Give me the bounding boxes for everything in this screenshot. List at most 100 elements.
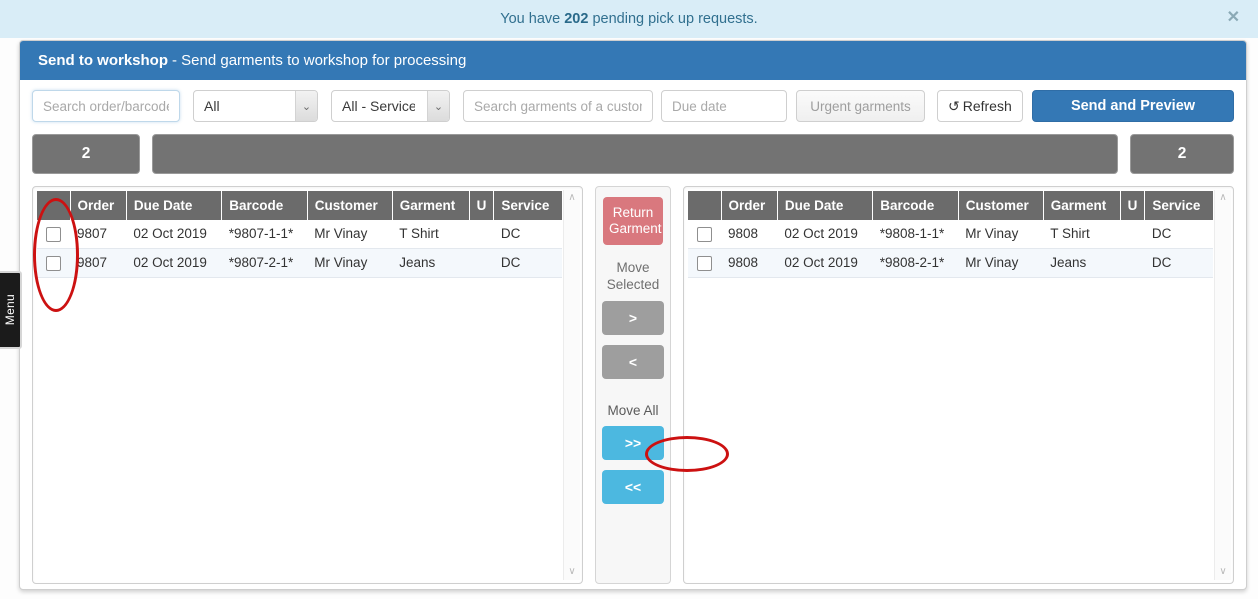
status-select-wrapper: All ⌄ <box>193 90 318 122</box>
move-all-label: Move All <box>607 403 659 418</box>
cell-order: 9807 <box>70 248 127 278</box>
left-garments-panel: Order Due Date Barcode Customer Garment U Serv… <box>32 186 583 584</box>
banner-suffix: pending pick up requests. <box>588 11 758 27</box>
row-checkbox[interactable] <box>697 255 712 271</box>
cell-u <box>1120 220 1145 249</box>
menu-tab-label: Menu <box>3 294 17 326</box>
column-header-garment: Garment <box>1043 191 1121 220</box>
row-select-cell[interactable] <box>688 248 721 278</box>
cell-barcode: *9808-1-1* <box>872 220 959 249</box>
search-customer-input[interactable] <box>463 90 653 122</box>
cell-barcode: *9807-2-1* <box>221 248 308 278</box>
middle-count-bar <box>152 134 1118 174</box>
table-row[interactable]: 9808 02 Oct 2019 *9808-1-1* Mr Vinay T Shirt… <box>688 220 1213 249</box>
left-garments-table: Order Due Date Barcode Customer Garment U Serv… <box>37 191 562 278</box>
cell-barcode: *9808-2-1* <box>872 248 959 278</box>
menu-tab[interactable]: Menu <box>0 271 22 349</box>
table-row[interactable]: 9808 02 Oct 2019 *9808-2-1* Mr Vinay Jeans DC <box>688 248 1213 278</box>
transfer-work-area: Order Due Date Barcode Customer Garment U Serv… <box>20 174 1246 598</box>
row-checkbox[interactable] <box>697 226 712 242</box>
pending-requests-banner: You have 202 pending pick up requests. ✕ <box>0 0 1258 38</box>
column-header-service: Service <box>1144 191 1213 220</box>
due-date-input[interactable] <box>661 90 787 122</box>
row-select-cell[interactable] <box>688 220 721 249</box>
table-header-row: Order Due Date Barcode Customer Garment U Serv… <box>688 191 1213 220</box>
right-count-badge: 2 <box>1130 134 1234 174</box>
cell-order: 9808 <box>721 248 778 278</box>
column-header-order: Order <box>721 191 778 220</box>
cell-garment: T Shirt <box>1043 220 1121 249</box>
refresh-icon: ↺ <box>948 97 960 114</box>
pending-requests-text: You have 202 pending pick up requests. <box>500 11 757 27</box>
column-header-barcode: Barcode <box>221 191 308 220</box>
scroll-down-icon[interactable]: ∨ <box>568 567 575 577</box>
refresh-label: Refresh <box>962 98 1012 114</box>
cell-order: 9808 <box>721 220 778 249</box>
scroll-up-icon[interactable]: ∧ <box>1219 193 1226 203</box>
cell-barcode: *9807-1-1* <box>221 220 308 249</box>
count-bars: 2 2 <box>20 122 1246 174</box>
move-selected-right-button[interactable]: > <box>602 301 664 335</box>
service-select-wrapper: All - Services ⌄ <box>331 90 450 122</box>
move-all-left-button[interactable]: << <box>602 470 664 504</box>
cell-u <box>469 248 494 278</box>
panel-header: Send to workshop - Send garments to work… <box>20 41 1246 80</box>
app-root: You have 202 pending pick up requests. ✕… <box>0 0 1258 599</box>
scroll-up-icon[interactable]: ∧ <box>568 193 575 203</box>
cell-garment: T Shirt <box>392 220 470 249</box>
move-selected-left-button[interactable]: < <box>602 345 664 379</box>
column-header-due-date: Due Date <box>126 191 223 220</box>
send-and-preview-button[interactable]: Send and Preview <box>1032 90 1234 122</box>
send-to-workshop-panel: Send to workshop - Send garments to work… <box>19 40 1247 590</box>
cell-service: DC <box>1144 248 1213 278</box>
refresh-button[interactable]: ↺ Refresh <box>937 90 1023 122</box>
cell-customer: Mr Vinay <box>958 248 1044 278</box>
urgent-garments-button[interactable]: Urgent garments <box>796 90 925 122</box>
right-table-scrollbar[interactable]: ∧ ∨ <box>1214 190 1231 580</box>
cell-due-date: 02 Oct 2019 <box>777 248 873 278</box>
right-table-scroll-area: Order Due Date Barcode Customer Garment U Serv… <box>688 191 1213 579</box>
cell-service: DC <box>493 248 562 278</box>
table-row[interactable]: 9807 02 Oct 2019 *9807-1-1* Mr Vinay T Shirt… <box>37 220 562 249</box>
cell-customer: Mr Vinay <box>307 220 393 249</box>
return-garment-button[interactable]: Return Garment <box>603 197 663 245</box>
scroll-down-icon[interactable]: ∨ <box>1219 567 1226 577</box>
service-select[interactable]: All - Services <box>331 90 450 122</box>
toolbar: All ⌄ All - Services ⌄ Urgent garments ↺… <box>20 80 1246 122</box>
right-garments-table: Order Due Date Barcode Customer Garment U Serv… <box>688 191 1213 278</box>
panel-title: Send to workshop <box>38 52 169 69</box>
column-header-u: U <box>1120 191 1146 220</box>
row-select-cell[interactable] <box>37 248 70 278</box>
row-checkbox[interactable] <box>46 226 61 242</box>
column-header-barcode: Barcode <box>872 191 959 220</box>
panel-subtitle: - Send garments to workshop for processi… <box>172 52 467 69</box>
column-header-due-date: Due Date <box>777 191 874 220</box>
table-row[interactable]: 9807 02 Oct 2019 *9807-2-1* Mr Vinay Jeans DC <box>37 248 562 278</box>
table-body: 9807 02 Oct 2019 *9807-1-1* Mr Vinay T Shirt… <box>37 220 562 278</box>
column-header-u: U <box>469 191 495 220</box>
cell-due-date: 02 Oct 2019 <box>126 220 222 249</box>
column-header-order: Order <box>70 191 127 220</box>
column-header-customer: Customer <box>958 191 1044 220</box>
right-garments-panel: Order Due Date Barcode Customer Garment U Serv… <box>683 186 1234 584</box>
status-select[interactable]: All <box>193 90 318 122</box>
column-header-select <box>37 191 71 220</box>
cell-service: DC <box>1144 220 1213 249</box>
table-body: 9808 02 Oct 2019 *9808-1-1* Mr Vinay T Shirt… <box>688 220 1213 278</box>
banner-prefix: You have <box>500 11 565 27</box>
cell-garment: Jeans <box>1043 248 1121 278</box>
left-table-scroll-area: Order Due Date Barcode Customer Garment U Serv… <box>37 191 562 579</box>
row-select-cell[interactable] <box>37 220 70 249</box>
row-checkbox[interactable] <box>46 255 61 271</box>
cell-due-date: 02 Oct 2019 <box>126 248 222 278</box>
close-icon[interactable]: ✕ <box>1227 10 1240 26</box>
column-header-customer: Customer <box>307 191 393 220</box>
move-selected-label: Move Selected <box>606 260 660 292</box>
move-all-right-button[interactable]: >> <box>602 426 664 460</box>
left-table-scrollbar[interactable]: ∧ ∨ <box>563 190 580 580</box>
cell-u <box>1120 248 1145 278</box>
search-order-barcode-input[interactable] <box>32 90 180 122</box>
column-header-select <box>688 191 722 220</box>
cell-service: DC <box>493 220 562 249</box>
cell-u <box>469 220 494 249</box>
